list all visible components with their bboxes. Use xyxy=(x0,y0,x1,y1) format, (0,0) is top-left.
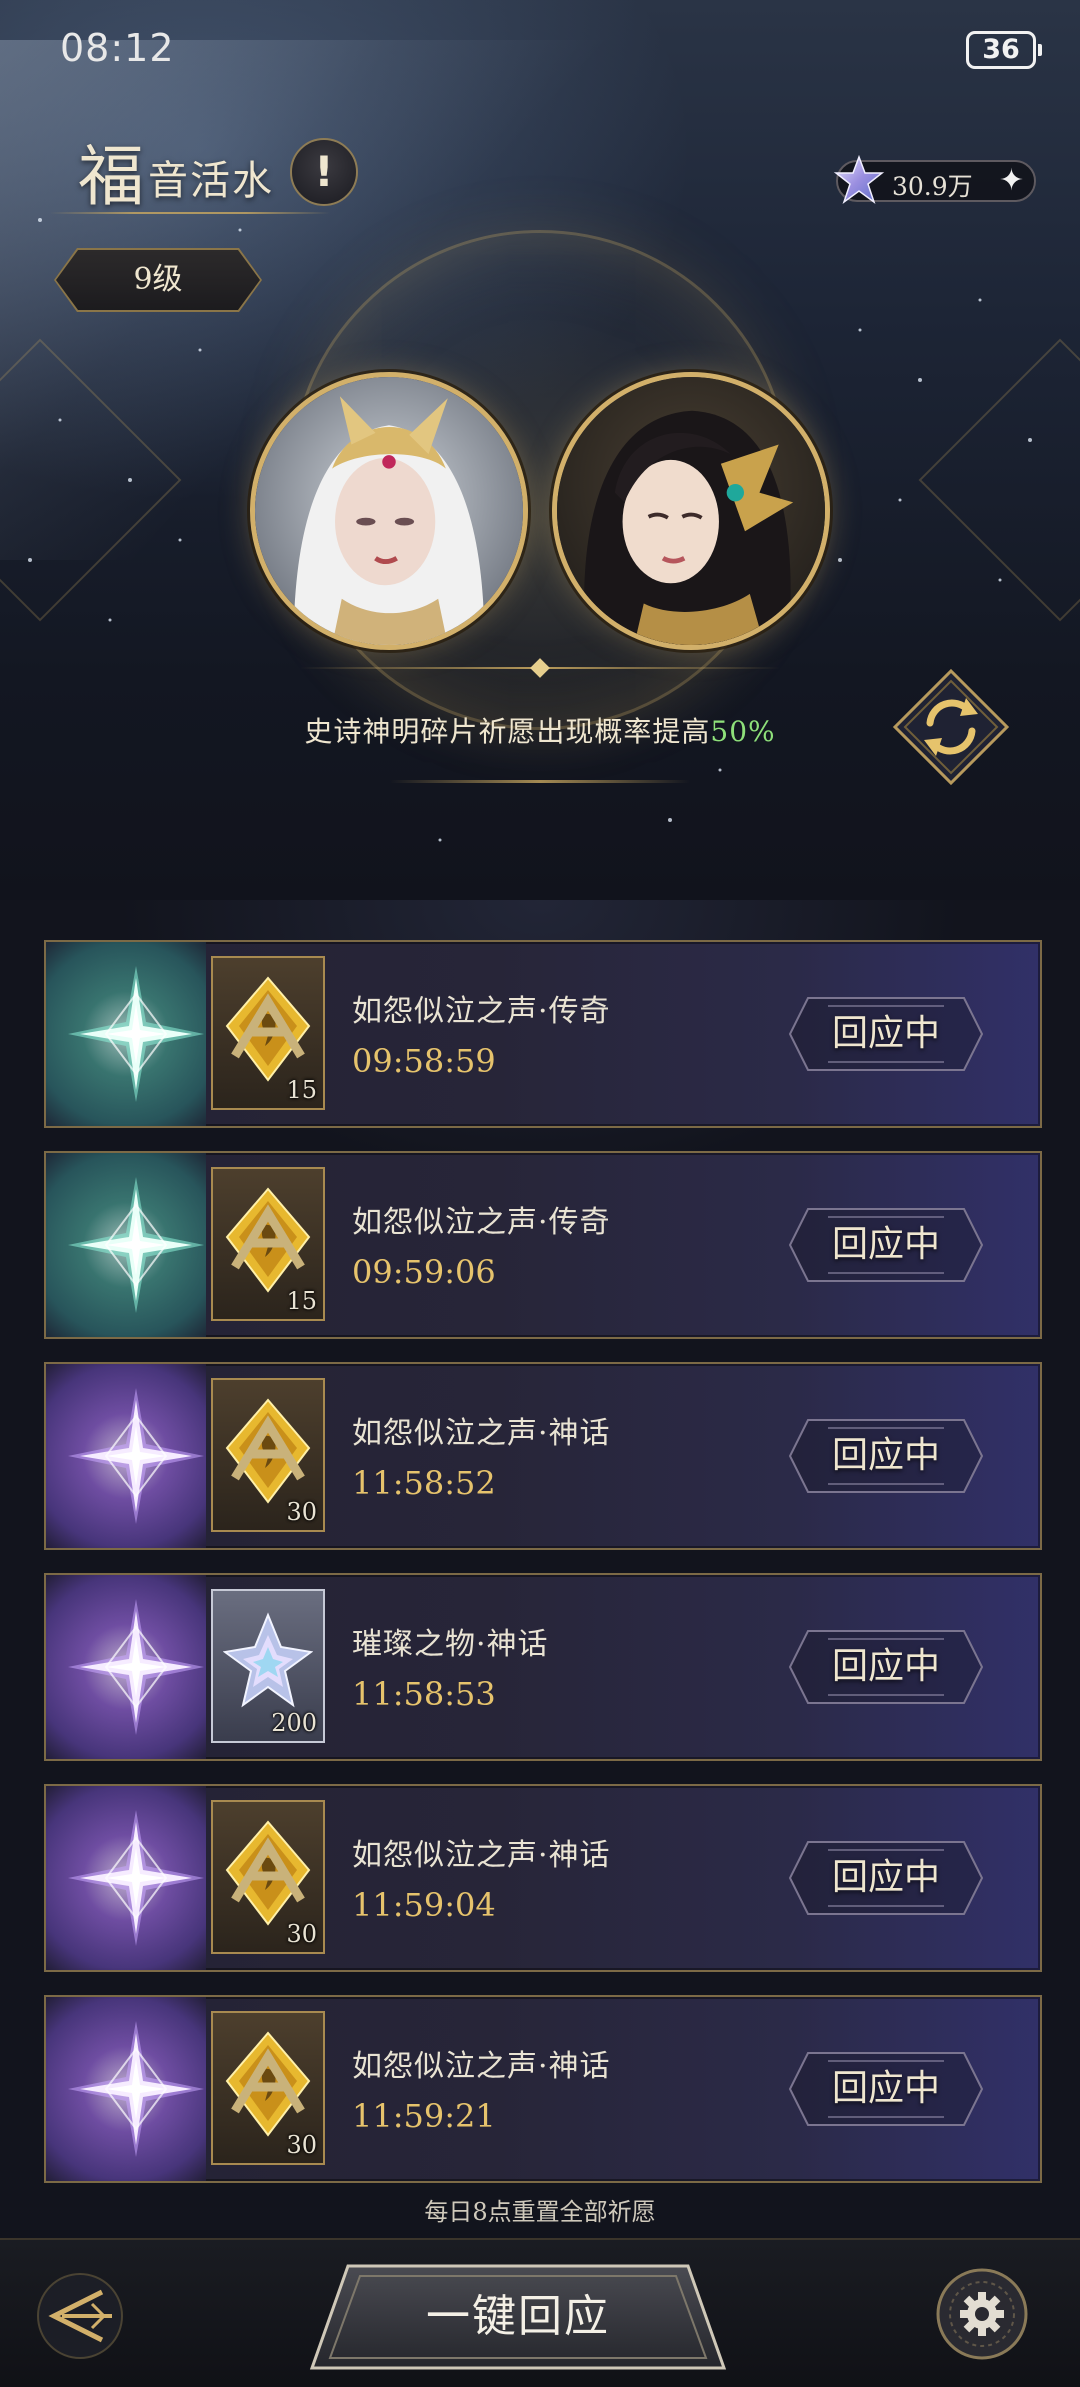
rarity-panel xyxy=(46,1575,206,1759)
corner-rune-icon xyxy=(231,1837,305,1903)
title-underline xyxy=(50,212,330,214)
corner-rune-icon xyxy=(231,993,305,1059)
item-name: 璀璨之物·神话 xyxy=(352,1627,549,1662)
exclamation-icon[interactable]: ! xyxy=(290,138,358,206)
portrait-right[interactable] xyxy=(552,372,830,650)
respond-all-label: 一键回应 xyxy=(426,2291,610,2342)
item-frame[interactable]: 30 xyxy=(211,1800,325,1954)
rarity-panel xyxy=(46,942,206,1126)
corner-rune-icon xyxy=(231,1204,305,1270)
rarity-panel xyxy=(46,1786,206,1970)
item-name: 如怨似泣之声·神话 xyxy=(352,1838,611,1873)
responding-button[interactable]: 回应中 xyxy=(788,1207,984,1283)
responding-label: 回应中 xyxy=(831,1013,940,1054)
plus-icon[interactable]: ✦ xyxy=(999,165,1024,197)
responding-label: 回应中 xyxy=(831,1857,940,1898)
legend-star-icon xyxy=(68,1177,204,1313)
request-card[interactable]: 30 如怨似泣之声·神话 11:59:04 回应中 xyxy=(44,1784,1042,1972)
item-frame[interactable]: 30 xyxy=(211,2011,325,2165)
countdown-timer: 11:59:04 xyxy=(352,1886,496,1924)
rarity-panel xyxy=(46,1153,206,1337)
request-card[interactable]: 15 如怨似泣之声·传奇 09:59:06 回应中 xyxy=(44,1151,1042,1339)
bonus-percent: 50% xyxy=(710,715,776,748)
corner-rune-icon xyxy=(231,1415,305,1481)
responding-button[interactable]: 回应中 xyxy=(788,1418,984,1494)
title-big-char: 福 xyxy=(78,138,144,215)
countdown-timer: 11:59:21 xyxy=(352,2097,496,2135)
reset-note: 每日8点重置全部祈愿 xyxy=(424,2198,656,2226)
item-quantity: 200 xyxy=(271,1709,317,1737)
portrait-left[interactable] xyxy=(250,372,528,650)
responding-button[interactable]: 回应中 xyxy=(788,1629,984,1705)
legend-star-icon xyxy=(68,966,204,1102)
level-badge: 9级 xyxy=(56,250,260,310)
back-arrow-icon[interactable] xyxy=(34,2270,126,2362)
crystal-star-icon xyxy=(223,1612,313,1708)
white-hair-goddess-portrait xyxy=(255,377,523,645)
star-crystal-icon xyxy=(833,154,885,204)
request-card[interactable]: 30 如怨似泣之声·神话 11:58:52 回应中 xyxy=(44,1362,1042,1550)
currency-display[interactable]: 30.9万 ✦ xyxy=(833,154,1036,204)
request-card[interactable]: 15 如怨似泣之声·传奇 09:58:59 回应中 xyxy=(44,940,1042,1128)
countdown-timer: 09:58:59 xyxy=(352,1042,496,1080)
responding-button[interactable]: 回应中 xyxy=(788,1840,984,1916)
currency-value: 30.9万 xyxy=(892,172,973,201)
responding-label: 回应中 xyxy=(831,2068,940,2109)
myth-star-icon xyxy=(68,1599,204,1735)
item-name: 如怨似泣之声·神话 xyxy=(352,1416,611,1451)
responding-label: 回应中 xyxy=(831,1224,940,1265)
corner-rune-icon xyxy=(231,2048,305,2114)
gear-icon[interactable] xyxy=(934,2266,1030,2362)
item-name: 如怨似泣之声·传奇 xyxy=(352,1205,611,1240)
bonus-text-main: 史诗神明碎片祈愿出现概率提高 xyxy=(304,715,711,748)
item-frame[interactable]: 15 xyxy=(211,956,325,1110)
request-card[interactable]: 30 如怨似泣之声·神话 11:59:21 回应中 xyxy=(44,1995,1042,2183)
battery-indicator: 36 xyxy=(966,31,1042,69)
title-rest: 音活水 xyxy=(148,158,274,204)
myth-star-icon xyxy=(68,2021,204,2157)
rarity-panel xyxy=(46,1364,206,1548)
status-bar: 08:12 36 xyxy=(0,0,1080,100)
responding-label: 回应中 xyxy=(831,1646,940,1687)
request-card[interactable]: 200 璀璨之物·神话 11:58:53 回应中 xyxy=(44,1573,1042,1761)
myth-star-icon xyxy=(68,1388,204,1524)
responding-label: 回应中 xyxy=(831,1435,940,1476)
item-frame[interactable]: 15 xyxy=(211,1167,325,1321)
countdown-timer: 11:58:52 xyxy=(352,1464,496,1502)
refresh-icon[interactable] xyxy=(892,668,1010,786)
item-name: 如怨似泣之声·传奇 xyxy=(352,994,611,1029)
respond-all-button[interactable]: 一键回应 xyxy=(308,2262,728,2372)
countdown-timer: 11:58:53 xyxy=(352,1675,496,1713)
rarity-panel xyxy=(46,1997,206,2181)
item-frame[interactable]: 30 xyxy=(211,1378,325,1532)
item-name: 如怨似泣之声·神话 xyxy=(352,2049,611,2084)
dark-hair-goddess-portrait xyxy=(557,377,825,645)
clock: 08:12 xyxy=(60,26,175,70)
myth-star-icon xyxy=(68,1810,204,1946)
responding-button[interactable]: 回应中 xyxy=(788,996,984,1072)
page-title: 福 音活水 xyxy=(78,130,274,210)
responding-button[interactable]: 回应中 xyxy=(788,2051,984,2127)
item-frame[interactable]: 200 xyxy=(211,1589,325,1743)
countdown-timer: 09:59:06 xyxy=(352,1253,496,1291)
bonus-underline xyxy=(390,780,690,783)
